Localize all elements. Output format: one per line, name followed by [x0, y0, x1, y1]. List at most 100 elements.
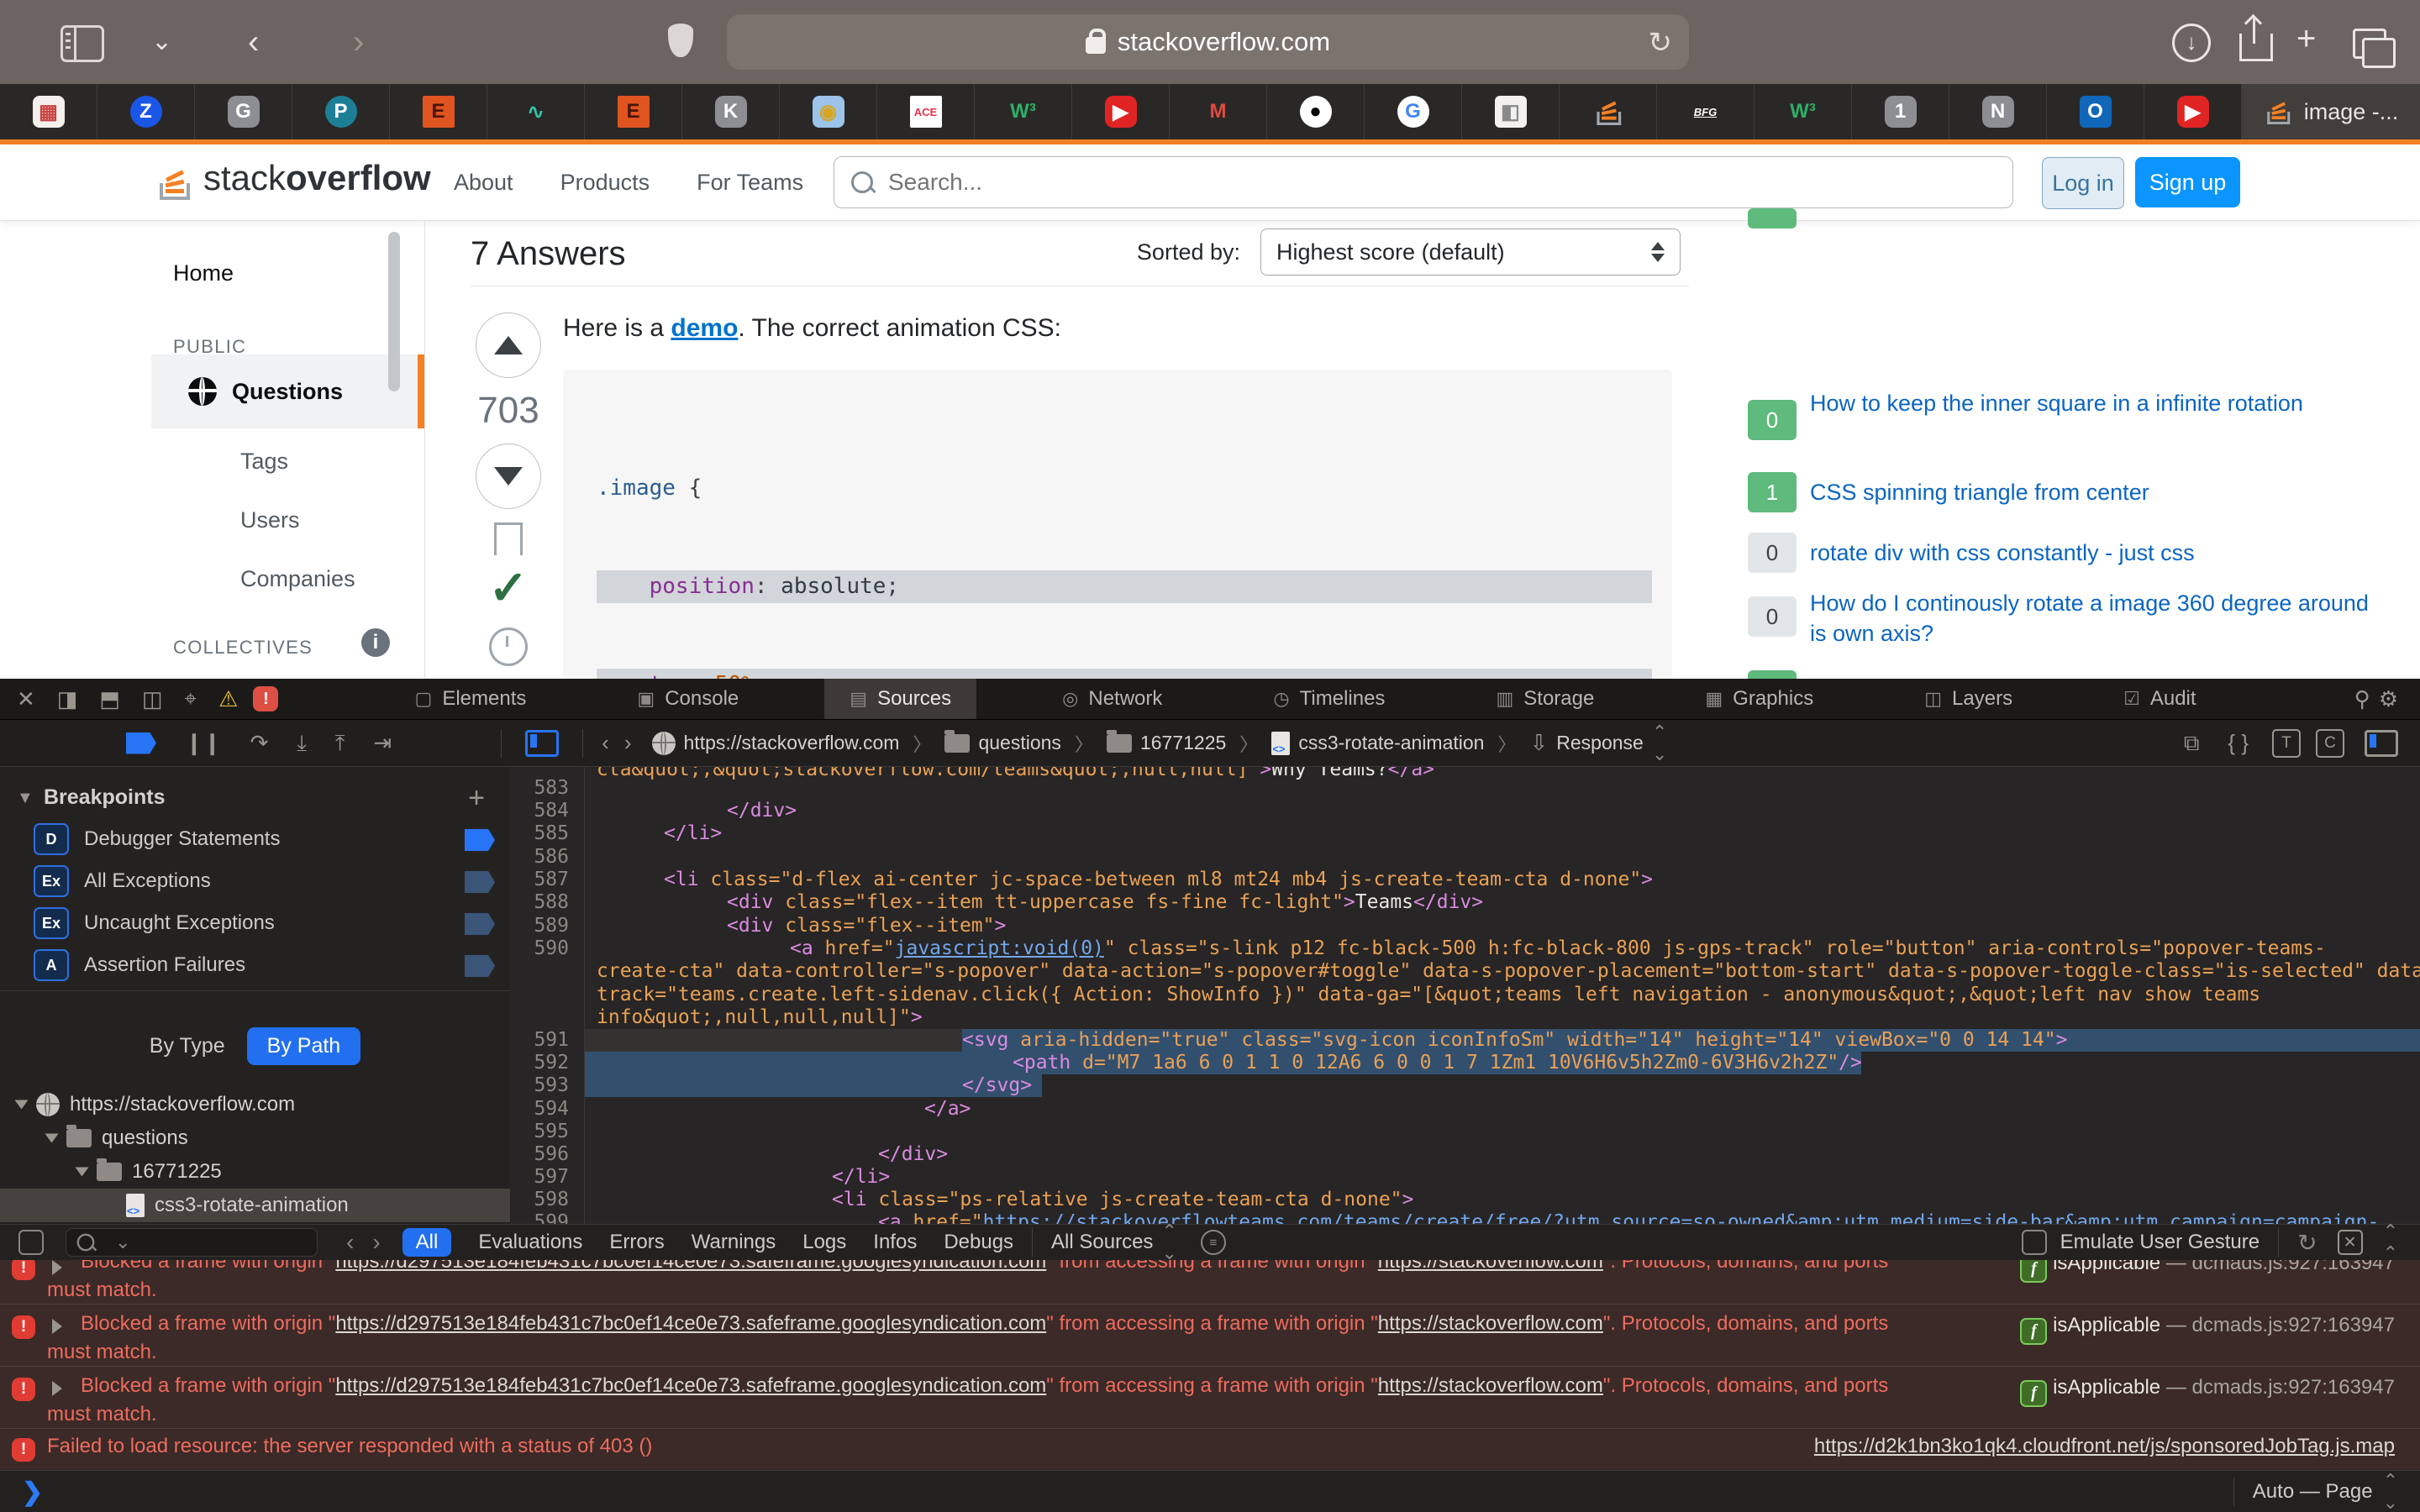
scope-evaluations[interactable]: Evaluations: [478, 1231, 582, 1254]
browser-tab[interactable]: P: [292, 84, 390, 139]
tab-sources[interactable]: ▤Sources: [824, 679, 976, 719]
active-tab[interactable]: image -...: [2242, 84, 2420, 139]
tab-console[interactable]: ▣Console: [612, 679, 764, 719]
breadcrumb-domain[interactable]: https://stackoverflow.com: [684, 732, 900, 754]
browser-tab[interactable]: M: [1170, 84, 1267, 139]
breakpoint-uncaught-exceptions[interactable]: Ex Uncaught Exceptions: [34, 906, 275, 940]
browser-tab[interactable]: [1560, 84, 1657, 139]
upvote-button[interactable]: [476, 312, 541, 378]
console-resource-link[interactable]: https://d2k1bn3ko1qk4.cloudfront.net/js/…: [1814, 1435, 2395, 1458]
address-bar[interactable]: stackoverflow.com ↻: [727, 14, 1689, 70]
so-search-box[interactable]: [834, 156, 2013, 208]
related-question-link[interactable]: How to keep the inner square in a infini…: [1810, 388, 2390, 418]
browser-tab[interactable]: ◧: [1462, 84, 1560, 139]
browser-tab[interactable]: G: [1365, 84, 1462, 139]
breakpoint-flag-off[interactable]: [465, 871, 495, 893]
signup-button[interactable]: Sign up: [2135, 157, 2240, 207]
sidebar-item-users[interactable]: Users: [240, 507, 300, 533]
reload-button[interactable]: ↻: [1649, 26, 1673, 60]
console-source-info[interactable]: f isApplicable — dcmads.js:927:163947: [2020, 1314, 2395, 1345]
tab-elements[interactable]: ▢Elements: [390, 679, 552, 719]
tree-file-css3-rotate-animation[interactable]: css3-rotate-animation: [0, 1189, 510, 1222]
emulate-user-gesture-checkbox[interactable]: [2022, 1230, 2047, 1255]
console-scope-icon[interactable]: [18, 1230, 44, 1255]
browser-tab[interactable]: ▦: [0, 84, 97, 139]
tree-folder-questions[interactable]: questions: [0, 1121, 510, 1155]
console-options-icon[interactable]: ≡: [1201, 1230, 1226, 1255]
new-tab-button[interactable]: +: [2296, 15, 2316, 62]
refresh-icon[interactable]: ↻: [2297, 1229, 2317, 1257]
breakpoint-flag-off[interactable]: [465, 955, 495, 977]
tab-storage[interactable]: ▥Storage: [1470, 679, 1619, 719]
pause-icon[interactable]: ❙❙: [185, 730, 222, 756]
breakpoint-flag-off[interactable]: [465, 913, 495, 935]
breakpoints-toggle-icon[interactable]: [126, 732, 156, 754]
disclosure-triangle-icon[interactable]: [52, 1260, 62, 1275]
split-view-icon[interactable]: ◫: [142, 686, 163, 712]
warnings-badge-icon[interactable]: ⚠: [218, 686, 238, 712]
tab-overview-button[interactable]: [2353, 29, 2386, 59]
code-coverage-icon[interactable]: C: [2316, 729, 2344, 758]
breadcrumb-file[interactable]: css3-rotate-animation: [1298, 732, 1484, 754]
bookmark-icon[interactable]: [494, 522, 523, 555]
inspect-element-icon[interactable]: ⌖: [185, 685, 197, 712]
step-over-icon[interactable]: ↷: [250, 730, 269, 756]
so-logo[interactable]: stackoverflow: [160, 156, 431, 200]
nav-for-teams[interactable]: For Teams: [697, 170, 803, 196]
collapse-console-icon[interactable]: ⌃⌃: [2383, 1221, 2398, 1264]
browser-tab[interactable]: E: [390, 84, 487, 139]
clear-console-icon[interactable]: ✕: [2338, 1230, 2363, 1255]
by-path-option-selected[interactable]: By Path: [247, 1027, 361, 1065]
nav-about[interactable]: About: [454, 170, 513, 196]
crumb-back-icon[interactable]: ‹: [602, 730, 609, 756]
downvote-button[interactable]: [476, 444, 541, 509]
related-question-link[interactable]: How do I continously rotate a image 360 …: [1810, 588, 2390, 648]
scope-errors[interactable]: Errors: [609, 1231, 664, 1254]
browser-tab[interactable]: E: [585, 84, 682, 139]
related-question-link[interactable]: rotate div with css constantly - just cs…: [1810, 538, 2390, 568]
disclosure-triangle-icon[interactable]: [45, 1134, 59, 1143]
console-error-text[interactable]: Blocked a frame with origin "https://d29…: [81, 1374, 1888, 1398]
console-error-text[interactable]: Blocked a frame with origin "https://d29…: [81, 1312, 1888, 1336]
pretty-print-icon[interactable]: { }: [2228, 730, 2249, 756]
nav-products[interactable]: Products: [560, 170, 650, 196]
execution-context-picker[interactable]: Auto — Page: [2253, 1480, 2373, 1504]
scope-logs[interactable]: Logs: [802, 1231, 846, 1254]
scope-debugs[interactable]: Debugs: [944, 1231, 1013, 1254]
console-source-info[interactable]: f isApplicable — dcmads.js:927:163947: [2020, 1376, 2395, 1407]
sidebar-chevron-icon[interactable]: ⌄: [151, 18, 172, 66]
crumb-forward-icon[interactable]: ›: [624, 730, 632, 756]
browser-tab[interactable]: ∿: [487, 84, 585, 139]
browser-tab[interactable]: 1: [1852, 84, 1949, 139]
sidebar-item-questions[interactable]: Questions: [151, 354, 424, 428]
find-previous-icon[interactable]: ‹: [346, 1229, 354, 1256]
browser-tab[interactable]: ACE: [877, 84, 975, 139]
demo-link[interactable]: demo: [671, 314, 738, 342]
gear-icon[interactable]: ⚙: [2379, 686, 2398, 712]
breadcrumb-folder[interactable]: questions: [978, 732, 1060, 754]
related-question-link[interactable]: CSS spinning triangle from center: [1810, 477, 2390, 507]
breakpoint-flag-on[interactable]: [465, 829, 495, 851]
step-into-icon[interactable]: ⤓: [297, 730, 307, 757]
browser-tab[interactable]: ●: [1267, 84, 1365, 139]
sidebar-item-companies[interactable]: Companies: [240, 566, 355, 592]
tree-domain-stackoverflow[interactable]: https://stackoverflow.com: [0, 1088, 510, 1121]
console-search-field[interactable]: ⌄: [66, 1228, 318, 1257]
step-out-icon[interactable]: ⤒: [335, 730, 345, 757]
browser-tab[interactable]: K: [682, 84, 780, 139]
login-button[interactable]: Log in: [2042, 157, 2124, 209]
sidebar-item-home[interactable]: Home: [173, 260, 234, 286]
console-failed-resource-text[interactable]: Failed to load resource: the server resp…: [47, 1435, 652, 1458]
search-input[interactable]: [886, 168, 1996, 197]
page-scrollbar[interactable]: [388, 232, 400, 391]
browser-tab[interactable]: Z: [97, 84, 195, 139]
source-editor[interactable]: cta&quot;,&quot;stackoverflow.com/teams&…: [510, 767, 2420, 1224]
browser-tab[interactable]: O: [2047, 84, 2144, 139]
dock-bottom-icon[interactable]: ⬒: [99, 686, 120, 712]
sidebar-toggle-icon[interactable]: [60, 25, 104, 62]
response-stepper-icon[interactable]: ⌃⌄: [1652, 722, 1667, 765]
scope-infos[interactable]: Infos: [873, 1231, 917, 1254]
history-icon[interactable]: [489, 627, 528, 666]
disclosure-triangle-icon[interactable]: [15, 1100, 29, 1110]
sort-dropdown[interactable]: Highest score (default): [1260, 228, 1681, 276]
